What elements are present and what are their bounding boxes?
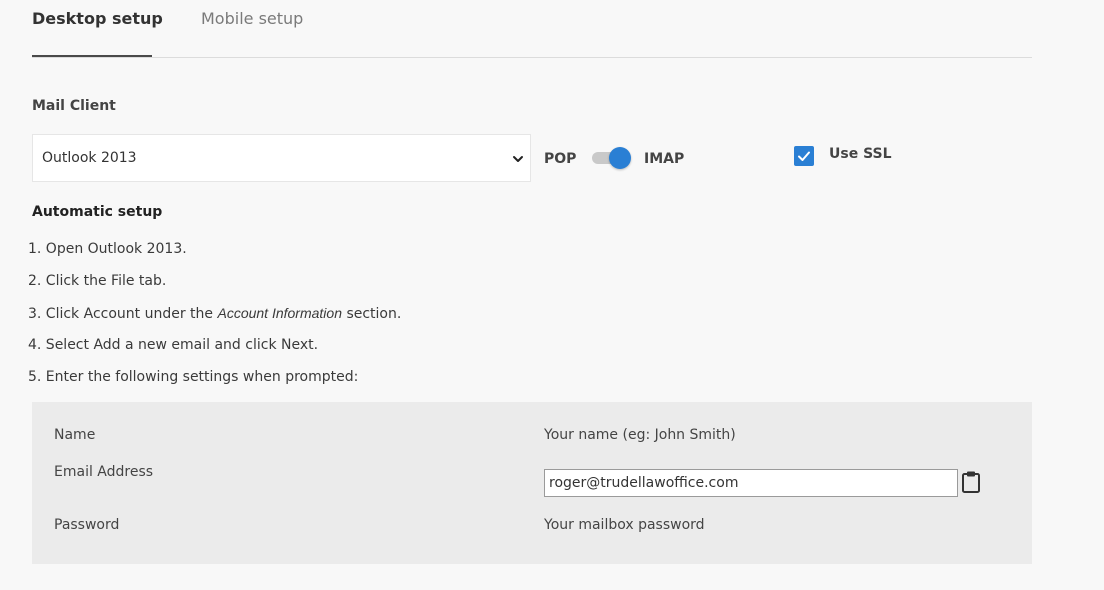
toggle-knob — [609, 147, 631, 169]
automatic-setup-heading: Automatic setup — [32, 204, 163, 220]
setup-tabs: Desktop setup Mobile setup — [32, 0, 1032, 58]
active-tab-indicator — [32, 55, 152, 57]
settings-panel: Name Your name (eg: John Smith) Email Ad… — [32, 402, 1032, 564]
name-value: Your name (eg: John Smith) — [544, 427, 736, 443]
name-label: Name — [54, 427, 96, 443]
email-address-field[interactable] — [544, 469, 958, 497]
mail-client-label: Mail Client — [32, 98, 116, 114]
mail-client-select[interactable]: Outlook 2013 — [32, 134, 531, 182]
clipboard-icon[interactable] — [960, 470, 982, 494]
email-label: Email Address — [54, 464, 154, 480]
tab-mobile-setup[interactable]: Mobile setup — [201, 9, 303, 28]
mail-client-selected-value: Outlook 2013 — [42, 150, 137, 166]
use-ssl-label: Use SSL — [829, 146, 892, 162]
setup-step: 4. Select Add a new email and click Next… — [28, 337, 319, 353]
setup-step: 5. Enter the following settings when pro… — [28, 369, 359, 385]
password-value: Your mailbox password — [544, 517, 705, 533]
chevron-down-icon — [512, 150, 524, 162]
tab-desktop-setup[interactable]: Desktop setup — [32, 9, 163, 28]
setup-step: 2. Click the File tab. — [28, 273, 167, 289]
account-information-emphasis: Account Information — [217, 305, 342, 321]
setup-step: 3. Click Account under the Account Infor… — [28, 305, 402, 322]
protocol-pop-label: POP — [544, 151, 577, 167]
protocol-toggle[interactable] — [592, 147, 631, 169]
setup-step: 1. Open Outlook 2013. — [28, 241, 187, 257]
use-ssl-checkbox[interactable] — [794, 146, 814, 166]
protocol-imap-label: IMAP — [644, 151, 685, 167]
check-icon — [798, 151, 810, 161]
password-label: Password — [54, 517, 120, 533]
